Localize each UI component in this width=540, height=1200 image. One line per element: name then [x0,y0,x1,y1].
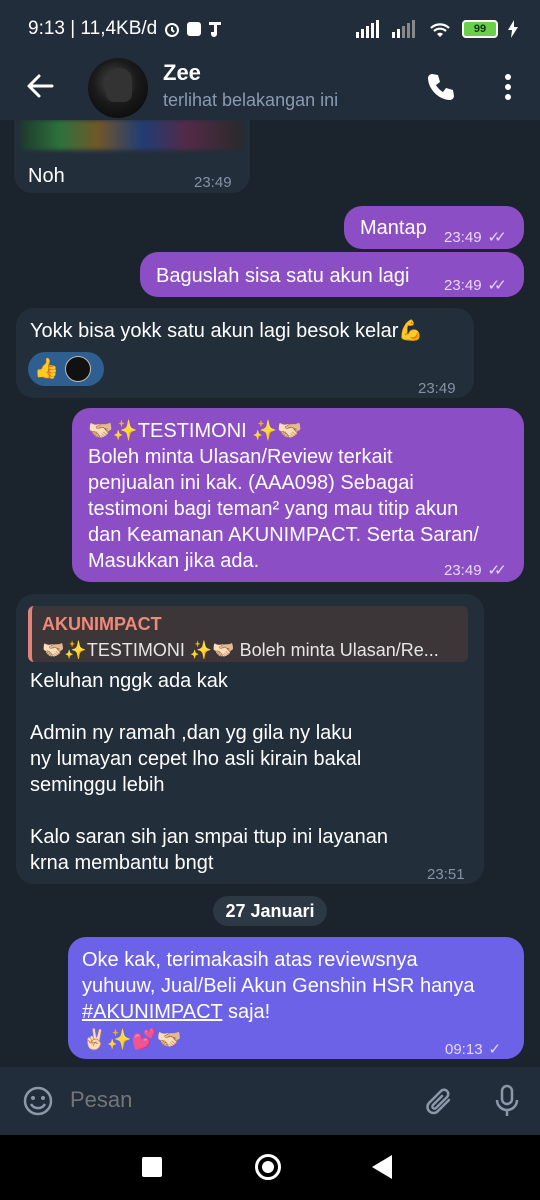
message-time: 23:49 [444,277,482,294]
recents-icon[interactable] [142,1157,162,1177]
date-separator: 27 Januari [213,896,327,926]
message-bubble-incoming[interactable]: Noh 23:49 [14,120,250,193]
reaction-chip[interactable]: 👍 [28,352,104,386]
app-notification-icon [209,22,222,37]
message-text: Noh [28,165,65,187]
contact-status: terlihat belakangan ini [163,90,339,110]
charging-icon [508,20,518,38]
chat-header: Zee terlihat belakangan ini [0,58,540,120]
message-input[interactable] [70,1087,400,1113]
read-ticks-icon: ✓✓ [487,562,507,579]
contact-name[interactable]: Zee [163,60,201,86]
message-text: Yokk bisa yokk satu akun lagi besok kela… [30,320,424,342]
phone-icon[interactable] [424,70,458,104]
chat-area[interactable]: Noh 23:49 Mantap 23:49 ✓✓ Baguslah sisa s… [0,120,540,1067]
reactor-avatar [64,356,91,382]
back-arrow-icon[interactable] [22,68,58,104]
message-bubble-outgoing[interactable]: Baguslah sisa satu akun lagi 23:49 ✓✓ [140,252,524,297]
more-options-icon[interactable] [494,70,522,104]
signal-icon [356,20,379,38]
message-text: Mantap [360,217,427,239]
thumbs-up-icon: 👍 [34,358,59,380]
message-bubble-incoming[interactable]: Yokk bisa yokk satu akun lagi besok kela… [16,308,474,398]
status-bar: 9:13 | 11,4KB/d 99 [0,0,540,58]
emoji-line: ✌🏻✨💕🫱🏻‍🫲🏼 [82,1029,182,1051]
message-time: 09:13 [445,1041,483,1058]
message-bubble-outgoing[interactable]: 🫱🏻‍🫲🏼✨TESTIMONI ✨🫱🏻‍🫲🏼 Boleh minta Ulasa… [72,408,524,582]
message-input-bar [0,1067,540,1135]
avatar[interactable] [88,58,148,118]
microphone-icon[interactable] [491,1083,523,1119]
reply-quote[interactable]: AKUNIMPACT 🫱🏻‍🫲🏼✨TESTIMONI ✨🫱🏻‍🫲🏼 Boleh … [28,606,468,662]
reply-snippet: 🫱🏻‍🫲🏼✨TESTIMONI ✨🫱🏻‍🫲🏼 Boleh minta Ulasa… [42,640,439,660]
attach-icon[interactable] [423,1083,457,1119]
message-bubble-outgoing[interactable]: Oke kak, terimakasih atas reviewsnya yuh… [68,937,524,1059]
signal-2-icon [392,20,415,38]
message-time: 23:49 [444,562,482,579]
message-text: Keluhan nggk ada kak Admin ny ramah ,dan… [30,670,388,874]
message-bubble-outgoing[interactable]: Mantap 23:49 ✓✓ [344,206,524,249]
message-text: Baguslah sisa satu akun lagi [156,265,410,287]
message-text: 🫱🏻‍🫲🏼✨TESTIMONI ✨🫱🏻‍🫲🏼 Boleh minta Ulasa… [88,420,479,572]
notification-icon [187,22,202,36]
wifi-icon [430,23,450,37]
message-text: Oke kak, terimakasih atas reviewsnya yuh… [82,949,475,1023]
read-ticks-icon: ✓✓ [487,229,507,246]
back-icon[interactable] [372,1155,392,1179]
system-nav-bar [0,1135,540,1200]
status-time: 9:13 | 11,4KB/d [28,18,158,39]
hashtag-link[interactable]: #AKUNIMPACT [82,1001,222,1023]
alarm-icon [165,23,180,37]
media-preview[interactable] [20,120,242,150]
sent-tick-icon: ✓ [488,1041,502,1058]
message-time: 23:49 [444,229,482,246]
emoji-icon[interactable] [22,1085,54,1117]
message-time: 23:51 [427,866,465,883]
home-icon[interactable] [255,1154,281,1180]
reply-author: AKUNIMPACT [42,614,162,634]
battery-icon: 99 [462,20,498,38]
message-bubble-incoming[interactable]: AKUNIMPACT 🫱🏻‍🫲🏼✨TESTIMONI ✨🫱🏻‍🫲🏼 Boleh … [16,594,484,884]
message-time: 23:49 [418,380,456,397]
message-time: 23:49 [194,174,232,191]
read-ticks-icon: ✓✓ [487,277,507,294]
